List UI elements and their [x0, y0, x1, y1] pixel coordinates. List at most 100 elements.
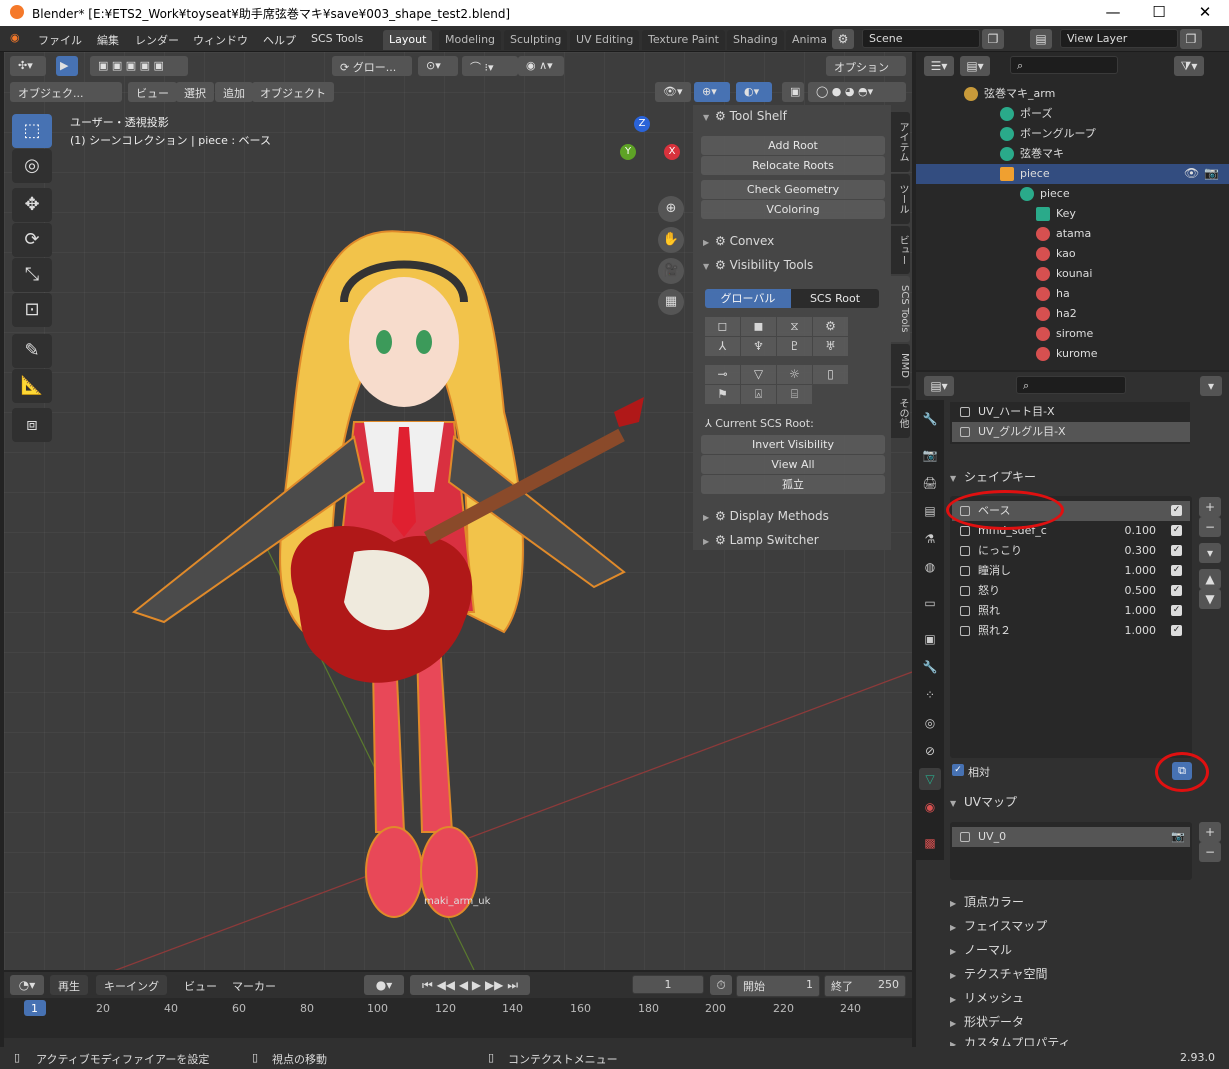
tool-shelf-header[interactable]: ▼ ⚙ Tool Shelf — [693, 105, 891, 127]
section-remesh[interactable]: ▶ リメッシュ — [950, 986, 1220, 1010]
current-frame-field[interactable]: 1 — [632, 975, 704, 994]
move-up-icon[interactable]: ▲ — [1199, 569, 1221, 589]
outliner-row[interactable]: ボーングループ — [1000, 124, 1229, 144]
outliner-row[interactable]: kounai — [1036, 264, 1229, 284]
collection-tab-icon[interactable]: ▭ — [919, 592, 941, 614]
stopwatch-icon[interactable]: ⏱ — [710, 975, 732, 995]
lamp-switcher-header[interactable]: ▶ ⚙ Lamp Switcher — [693, 529, 891, 551]
overlay-toggle-icon[interactable]: ◐▾ — [736, 82, 772, 102]
add-shape-key-button[interactable]: + — [1199, 497, 1221, 517]
mute-checkbox[interactable]: ✓ — [1171, 525, 1182, 536]
outliner-row[interactable]: kurome — [1036, 344, 1229, 364]
end-frame-field[interactable]: 終了 250 — [824, 975, 906, 997]
ortho-grid-icon[interactable]: ▦ — [658, 289, 684, 315]
new-view-layer-icon[interactable]: ❐ — [1180, 29, 1202, 49]
menu-render[interactable]: レンダー — [135, 32, 179, 48]
proportional-icon[interactable]: ◉ ∧▾ — [518, 56, 564, 76]
mute-checkbox[interactable]: ✓ — [1171, 545, 1182, 556]
add-uv-map-button[interactable]: + — [1199, 822, 1221, 842]
visibility-eye-icon[interactable]: 👁▾ — [655, 82, 691, 102]
select-box-icons[interactable]: ▣ ▣ ▣ ▣ ▣ — [90, 56, 188, 76]
visibility-tools-header[interactable]: ▼ ⚙ Visibility Tools — [693, 254, 891, 276]
menu-add[interactable]: 追加 — [215, 82, 253, 102]
vis-solid-icon[interactable]: ◼ — [741, 317, 777, 336]
mute-checkbox[interactable]: ✓ — [1171, 565, 1182, 576]
world-tab-icon[interactable]: ◍ — [919, 556, 941, 578]
display-mode-icon[interactable]: ▤▾ — [960, 56, 990, 76]
scene-tab-icon[interactable]: ⚗ — [919, 528, 941, 550]
outliner-row[interactable]: piece — [1020, 184, 1229, 204]
vis-prefab-icon[interactable]: ♇ — [777, 337, 813, 356]
material-tab-icon[interactable]: ◉ — [919, 796, 941, 818]
outliner-row[interactable]: 弦巻マキ — [1000, 144, 1229, 164]
properties-search-input[interactable]: ⌕ — [1016, 376, 1126, 394]
shading-modes-icon[interactable]: ◯ ● ◕ ◓▾ — [808, 82, 906, 102]
vis-nav-icon[interactable]: ♆ — [741, 337, 777, 356]
shape-key-item[interactable]: にっこり 0.300 ✓ — [952, 541, 1190, 561]
ntab-other[interactable]: その他 — [890, 388, 910, 438]
menu-object[interactable]: オブジェクト — [252, 82, 334, 102]
display-methods-header[interactable]: ▶ ⚙ Display Methods — [693, 505, 891, 527]
tab-shading[interactable]: Shading — [727, 30, 784, 50]
scene-icon[interactable]: ⚙ — [832, 29, 854, 49]
tool-tab-icon[interactable]: 🔧 — [919, 408, 941, 430]
object-tab-icon[interactable]: ▣ — [919, 628, 941, 650]
mute-checkbox[interactable]: ✓ — [1171, 625, 1182, 636]
scale-tool-icon[interactable]: ⤡ — [12, 258, 52, 292]
eye-visibility-icon[interactable]: 👁 — [1184, 166, 1199, 180]
outliner-row[interactable]: ha — [1036, 284, 1229, 304]
gizmo-x-axis[interactable]: X — [664, 144, 680, 160]
camera-view-icon[interactable]: 🎥 — [658, 258, 684, 284]
measure-tool-icon[interactable]: 📐 — [12, 369, 52, 403]
outliner-row[interactable]: kao — [1036, 244, 1229, 264]
timeline-editor-icon[interactable]: ◔▾ — [10, 975, 44, 995]
remove-shape-key-button[interactable]: − — [1199, 517, 1221, 537]
outliner-editor-icon[interactable]: ☰▾ — [924, 56, 954, 76]
transform-orientation[interactable]: ⟳ グロー... — [332, 56, 412, 76]
uv-maps-header[interactable]: ▼ UVマップ — [950, 790, 1220, 814]
new-scene-icon[interactable]: ❐ — [982, 29, 1004, 49]
section-geometry-data[interactable]: ▶ 形状データ — [950, 1010, 1220, 1034]
select-mode-icon[interactable]: ▶ — [56, 56, 78, 76]
constraints-tab-icon[interactable]: ⊘ — [919, 740, 941, 762]
shape-key-item[interactable]: 照れ２ 1.000 ✓ — [952, 621, 1190, 641]
tab-texture-paint[interactable]: Texture Paint — [642, 30, 725, 50]
tab-sculpting[interactable]: Sculpting — [504, 30, 568, 50]
properties-options-icon[interactable]: ▾ — [1200, 376, 1222, 396]
section-face-maps[interactable]: ▶ フェイスマップ — [950, 914, 1220, 938]
scs-root-toggle[interactable]: SCS Root — [791, 289, 879, 308]
outliner-search-input[interactable]: ⌕ — [1010, 56, 1118, 74]
uv-map-item[interactable]: UV_0 📷 — [952, 827, 1190, 847]
view-layer-tab-icon[interactable]: ▤ — [919, 500, 941, 522]
gizmo-y-axis[interactable]: Y — [620, 144, 636, 160]
rotate-tool-icon[interactable]: ⟳ — [12, 223, 52, 257]
add-cube-tool-icon[interactable]: ⧈ — [12, 408, 52, 442]
cursor-tool-icon[interactable]: ◎ — [12, 149, 52, 183]
view-layer-icon[interactable]: ▤ — [1030, 29, 1052, 49]
section-vertex-colors[interactable]: ▶ 頂点カラー — [950, 890, 1220, 914]
mute-checkbox[interactable]: ✓ — [1171, 605, 1182, 616]
render-camera-icon[interactable]: 📷 — [1171, 831, 1185, 842]
convex-header[interactable]: ▶ ⚙ Convex — [693, 230, 891, 252]
ntab-mmd[interactable]: MMD — [890, 344, 910, 386]
relative-checkbox[interactable]: ✓ — [952, 764, 964, 776]
move-tool-icon[interactable]: ✥ — [12, 188, 52, 222]
gizmo-toggle-icon[interactable]: ⊕▾ — [694, 82, 730, 102]
pan-hand-icon[interactable]: ✋ — [658, 227, 684, 253]
outliner-row[interactable]: ha2 — [1036, 304, 1229, 324]
uv-list-item[interactable]: UV_グルグル目-X — [952, 422, 1190, 442]
vis-spawn-icon[interactable]: ⚑ — [705, 385, 741, 404]
select-box-tool-icon[interactable]: ⬚ — [12, 114, 52, 148]
outliner[interactable]: ☰▾ ▤▾ ⌕ ⧩▾ 弦巻マキ_arm ポーズ ボーングループ 弦巻マキ pie… — [916, 52, 1229, 370]
view-layer-field[interactable]: View Layer — [1060, 29, 1178, 48]
snap-icon[interactable]: ⌒ ⁝▾ — [462, 56, 518, 76]
mute-checkbox[interactable]: ✓ — [1171, 585, 1182, 596]
section-texture-space[interactable]: ▶ テクスチャ空間 — [950, 962, 1220, 986]
particles-tab-icon[interactable]: ⁘ — [919, 684, 941, 706]
isolate-button[interactable]: 孤立 — [701, 475, 885, 494]
vis-cube-icon[interactable]: ◻ — [705, 317, 741, 336]
menu-timeline-view[interactable]: ビュー — [176, 975, 225, 995]
shape-key-item[interactable]: 瞳消し 1.000 ✓ — [952, 561, 1190, 581]
camera-render-icon[interactable]: 📷 — [1204, 166, 1219, 180]
ntab-item[interactable]: アイテム — [890, 112, 910, 172]
